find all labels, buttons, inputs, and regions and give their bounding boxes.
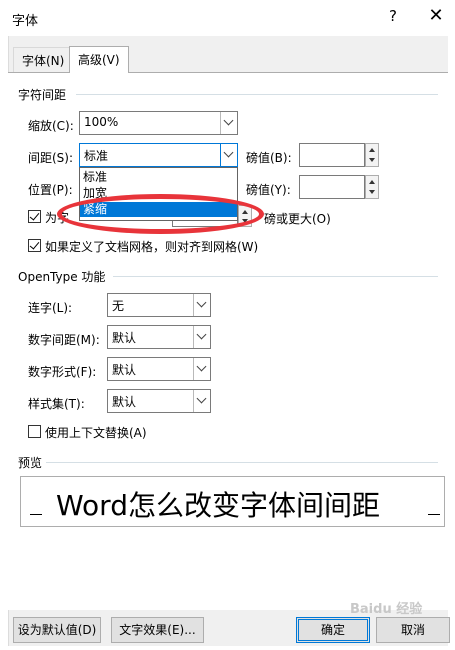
section-divider xyxy=(76,94,438,95)
num-forms-value: 默认 xyxy=(112,363,137,377)
chevron-down-icon xyxy=(223,115,234,126)
num-forms-select[interactable]: 默认 xyxy=(107,357,211,381)
scale-value: 100% xyxy=(84,115,119,129)
section-divider xyxy=(46,462,438,463)
contextual-label: 使用上下文替换(A) xyxy=(45,426,147,440)
scale-dropdown-button[interactable] xyxy=(220,112,237,134)
spin-up-button[interactable] xyxy=(366,144,378,155)
chevron-down-icon xyxy=(196,297,207,308)
spacing-select[interactable]: 标准 xyxy=(79,143,238,167)
scale-label: 缩放(C): xyxy=(28,119,74,133)
tab-advanced[interactable]: 高级(V) xyxy=(69,46,129,73)
grid-checkbox[interactable] xyxy=(28,239,41,252)
section-preview: 预览 xyxy=(18,456,43,470)
stylistic-value: 默认 xyxy=(112,395,137,409)
scale-select[interactable]: 100% xyxy=(79,111,238,135)
num-spacing-label: 数字间距(M): xyxy=(28,333,100,347)
num-spacing-dropdown-button[interactable] xyxy=(193,326,210,348)
section-divider xyxy=(113,276,438,277)
window-title: 字体 xyxy=(12,14,39,29)
contextual-checkbox[interactable] xyxy=(28,425,41,438)
spacing-by-spinner[interactable] xyxy=(365,143,379,167)
num-spacing-select[interactable]: 默认 xyxy=(107,325,211,349)
ligatures-value: 无 xyxy=(112,299,125,313)
ligatures-label: 连字(L): xyxy=(28,301,73,315)
arrow-down-icon xyxy=(369,158,375,162)
arrow-down-icon xyxy=(369,190,375,194)
arrow-up-icon xyxy=(369,148,375,152)
watermark: Baidu 经验 xyxy=(350,602,423,617)
section-char-spacing: 字符间距 xyxy=(18,88,67,102)
position-by-spinner[interactable] xyxy=(365,175,379,199)
stylistic-select[interactable]: 默认 xyxy=(107,389,211,413)
help-button[interactable]: ? xyxy=(386,7,400,25)
spacing-option-standard[interactable]: 标准 xyxy=(80,170,237,185)
spacing-by-label: 磅值(B): xyxy=(246,151,292,165)
arrow-up-icon xyxy=(369,180,375,184)
ligatures-select[interactable]: 无 xyxy=(107,293,211,317)
kerning-label-suffix: 磅或更大(O) xyxy=(264,212,331,226)
grid-label: 如果定义了文档网格，则对齐到网格(W) xyxy=(45,240,259,254)
tab-font[interactable]: 字体(N) xyxy=(13,47,74,72)
spacing-by-input[interactable] xyxy=(299,143,365,167)
spin-up-button[interactable] xyxy=(366,176,378,187)
cancel-button[interactable]: 取消 xyxy=(376,617,450,643)
num-forms-label: 数字形式(F): xyxy=(28,365,97,379)
preview-baseline-right xyxy=(428,514,440,515)
chevron-down-icon xyxy=(196,361,207,372)
position-by-input[interactable] xyxy=(299,175,365,199)
preview-baseline-left xyxy=(30,514,42,515)
preview-text: Word怎么改变字体间间距 xyxy=(56,489,380,522)
chevron-down-icon xyxy=(196,329,207,340)
chevron-down-icon xyxy=(223,147,234,158)
stylistic-dropdown-button[interactable] xyxy=(193,390,210,412)
ok-button[interactable]: 确定 xyxy=(296,617,370,643)
spacing-label: 间距(S): xyxy=(28,151,74,165)
set-default-button[interactable]: 设为默认值(D) xyxy=(13,617,101,643)
text-effects-button[interactable]: 文字效果(E)... xyxy=(111,617,204,643)
num-forms-dropdown-button[interactable] xyxy=(193,358,210,380)
position-label: 位置(P): xyxy=(28,183,73,197)
spacing-dropdown-button[interactable] xyxy=(220,144,237,166)
section-opentype: OpenType 功能 xyxy=(18,270,106,284)
stylistic-label: 样式集(T): xyxy=(28,397,85,411)
spin-down-button[interactable] xyxy=(366,155,378,166)
spin-down-button[interactable] xyxy=(366,187,378,198)
spacing-value: 标准 xyxy=(84,149,109,163)
kerning-checkbox[interactable] xyxy=(28,210,41,223)
close-button[interactable]: ✕ xyxy=(428,5,444,26)
ligatures-dropdown-button[interactable] xyxy=(193,294,210,316)
chevron-down-icon xyxy=(196,393,207,404)
annotation-oval xyxy=(57,194,264,234)
num-spacing-value: 默认 xyxy=(112,331,137,345)
position-by-label: 磅值(Y): xyxy=(246,183,291,197)
